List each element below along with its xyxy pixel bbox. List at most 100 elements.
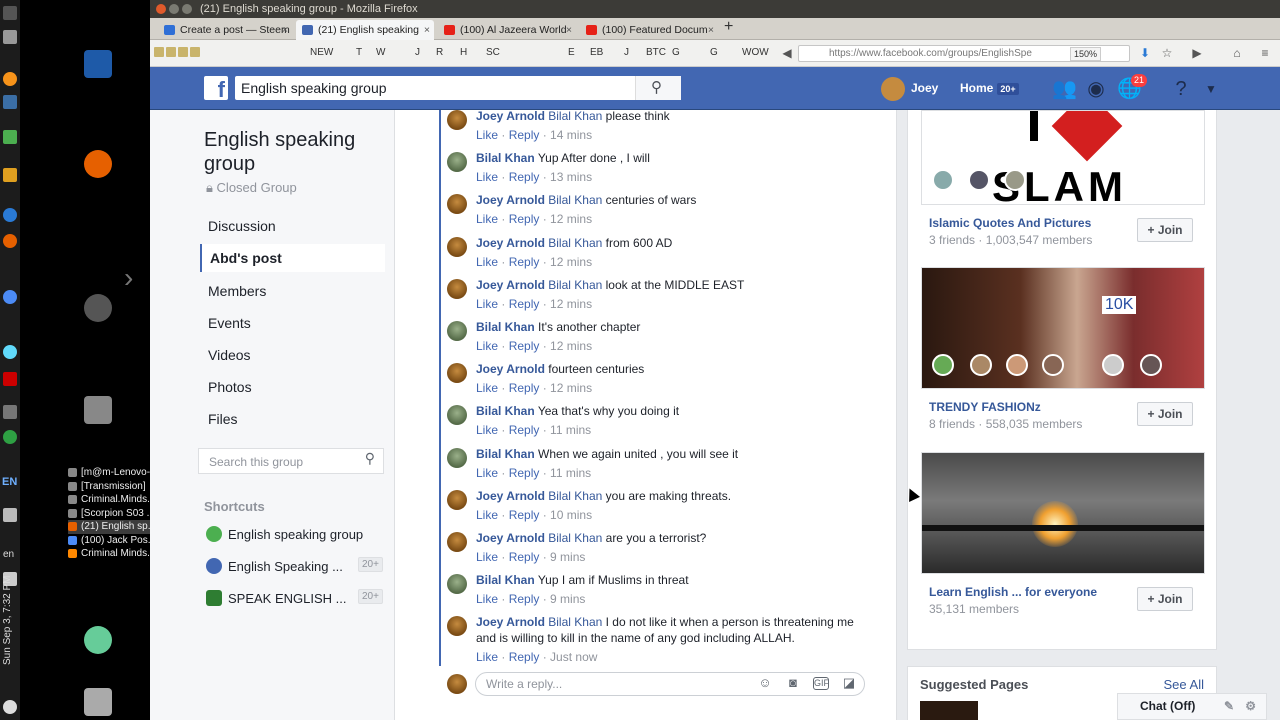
up-arrow-icon[interactable] [3, 30, 17, 44]
like-link[interactable]: Like [476, 592, 498, 606]
language-indicator[interactable]: en [3, 549, 14, 560]
group-search-input[interactable]: Search this group ⚲ [198, 448, 384, 474]
comment-author[interactable]: Joey Arnold [476, 489, 545, 503]
comment-author[interactable]: Bilal Khan [476, 151, 535, 165]
bookmark-item[interactable]: W [376, 47, 385, 58]
tagged-user[interactable]: Bilal Khan [548, 278, 602, 292]
gif-icon[interactable]: GIF [813, 677, 829, 690]
avatar[interactable] [447, 532, 467, 552]
like-link[interactable]: Like [476, 381, 498, 395]
power-icon[interactable] [3, 700, 17, 714]
help-icon[interactable]: ? [1170, 78, 1192, 100]
comment-author[interactable]: Bilal Khan [476, 447, 535, 461]
group-name[interactable]: TRENDY FASHIONz [929, 400, 1041, 414]
comment-author[interactable]: Bilal Khan [476, 320, 535, 334]
close-tab-icon[interactable]: × [566, 20, 572, 40]
like-link[interactable]: Like [476, 508, 498, 522]
ubuntu-icon[interactable] [84, 294, 112, 322]
nav-events[interactable]: Events [208, 315, 251, 331]
chat-bar[interactable]: Chat (Off) ✎ ⚙ [1117, 693, 1267, 720]
see-all-link[interactable]: See All [1164, 677, 1204, 692]
nav-photos[interactable]: Photos [208, 379, 252, 395]
sticker-icon[interactable]: ◪ [841, 675, 857, 691]
join-button[interactable]: + Join [1137, 218, 1193, 242]
reply-link[interactable]: Reply [509, 381, 540, 395]
url-bar[interactable]: https://www.facebook.com/groups/EnglishS… [798, 45, 1130, 62]
trash-icon[interactable] [84, 688, 112, 716]
comment-author[interactable]: Joey Arnold [476, 615, 545, 629]
reply-link[interactable]: Reply [509, 212, 540, 226]
reply-input[interactable]: Write a reply... [475, 672, 865, 696]
close-tab-icon[interactable]: × [282, 20, 288, 40]
compose-icon[interactable]: ✎ [1224, 694, 1234, 719]
reply-link[interactable]: Reply [509, 550, 540, 564]
bookmark-item[interactable]: G [710, 47, 718, 58]
filezilla-icon[interactable] [3, 372, 17, 386]
like-link[interactable]: Like [476, 550, 498, 564]
reply-link[interactable]: Reply [509, 466, 540, 480]
comment-author[interactable]: Joey Arnold [476, 236, 545, 250]
reply-link[interactable]: Reply [509, 128, 540, 142]
home-link[interactable]: Home 20+ [960, 81, 1019, 95]
tab-aljazeera[interactable]: (100) Al Jazeera World × [438, 20, 576, 40]
tab-steem[interactable]: Create a post — Steem × [158, 20, 292, 40]
like-link[interactable]: Like [476, 170, 498, 184]
bookmark-item[interactable]: J [624, 47, 629, 58]
profile-link[interactable]: Joey [911, 81, 938, 95]
reply-link[interactable]: Reply [509, 339, 540, 353]
tagged-user[interactable]: Bilal Khan [548, 615, 602, 629]
tagged-user[interactable]: Bilal Khan [548, 236, 602, 250]
like-link[interactable]: Like [476, 339, 498, 353]
tagged-user[interactable]: Bilal Khan [548, 531, 602, 545]
emoji-icon[interactable]: ☺ [757, 675, 773, 691]
avatar[interactable] [447, 616, 467, 637]
search-button[interactable]: ⚲ [635, 76, 681, 100]
avatar[interactable] [447, 489, 467, 510]
tagged-user[interactable]: Bilal Khan [548, 110, 602, 123]
avatar[interactable] [447, 574, 467, 595]
tab-documentaries[interactable]: (100) Featured Docum × [580, 20, 718, 40]
avatar[interactable] [447, 447, 467, 468]
new-tab-button[interactable]: + [724, 18, 733, 36]
back-icon[interactable]: ◀ [780, 46, 794, 60]
bookmark-item[interactable]: G [672, 47, 680, 58]
shortcut-item[interactable]: English Speaking ... 20+ [206, 557, 383, 574]
tagged-user[interactable]: Bilal Khan [548, 193, 602, 207]
app-icon[interactable] [3, 130, 17, 144]
join-button[interactable]: + Join [1137, 402, 1193, 426]
clock[interactable]: Sun Sep 3, 7:32 PM [2, 560, 18, 680]
chevron-down-icon[interactable]: ▼ [1200, 78, 1222, 100]
download-icon[interactable]: ⬇ [1138, 46, 1152, 60]
avatar[interactable] [881, 77, 905, 101]
app-icon[interactable] [3, 430, 17, 444]
maximize-window-button[interactable] [182, 4, 192, 14]
chrome-icon[interactable] [3, 290, 17, 304]
chevron-right-icon[interactable]: › [124, 262, 133, 294]
keyboard-layout[interactable]: EN [2, 476, 17, 488]
bookmark-item[interactable]: J [415, 47, 420, 58]
close-tab-icon[interactable]: × [708, 20, 714, 40]
tagged-user[interactable]: Bilal Khan [548, 489, 602, 503]
search-icon[interactable]: ⚲ [365, 451, 375, 465]
bookmark-item[interactable]: EB [590, 47, 603, 58]
bookmark-item[interactable]: H [460, 47, 467, 58]
like-link[interactable]: Like [476, 466, 498, 480]
camera-icon[interactable]: ◙ [785, 675, 801, 691]
youtube-icon[interactable]: ▶ [1190, 46, 1204, 60]
user-icon[interactable] [84, 626, 112, 654]
firefox-icon[interactable] [3, 234, 17, 248]
gear-icon[interactable]: ⚙ [1245, 694, 1256, 719]
electron-icon[interactable] [3, 345, 17, 359]
close-window-button[interactable] [156, 4, 166, 14]
comment-author[interactable]: Joey Arnold [476, 531, 545, 545]
app-icon[interactable] [3, 405, 17, 419]
bookmark-item[interactable]: WOW [742, 47, 769, 58]
like-link[interactable]: Like [476, 255, 498, 269]
menu-icon[interactable] [3, 6, 17, 20]
comment-author[interactable]: Joey Arnold [476, 193, 545, 207]
bookmark-star-icon[interactable]: ☆ [1160, 46, 1174, 60]
document-icon[interactable] [84, 50, 112, 78]
menu-icon[interactable]: ≡ [1258, 46, 1272, 60]
app-icon[interactable] [3, 95, 17, 109]
bookmark-item[interactable]: R [436, 47, 443, 58]
